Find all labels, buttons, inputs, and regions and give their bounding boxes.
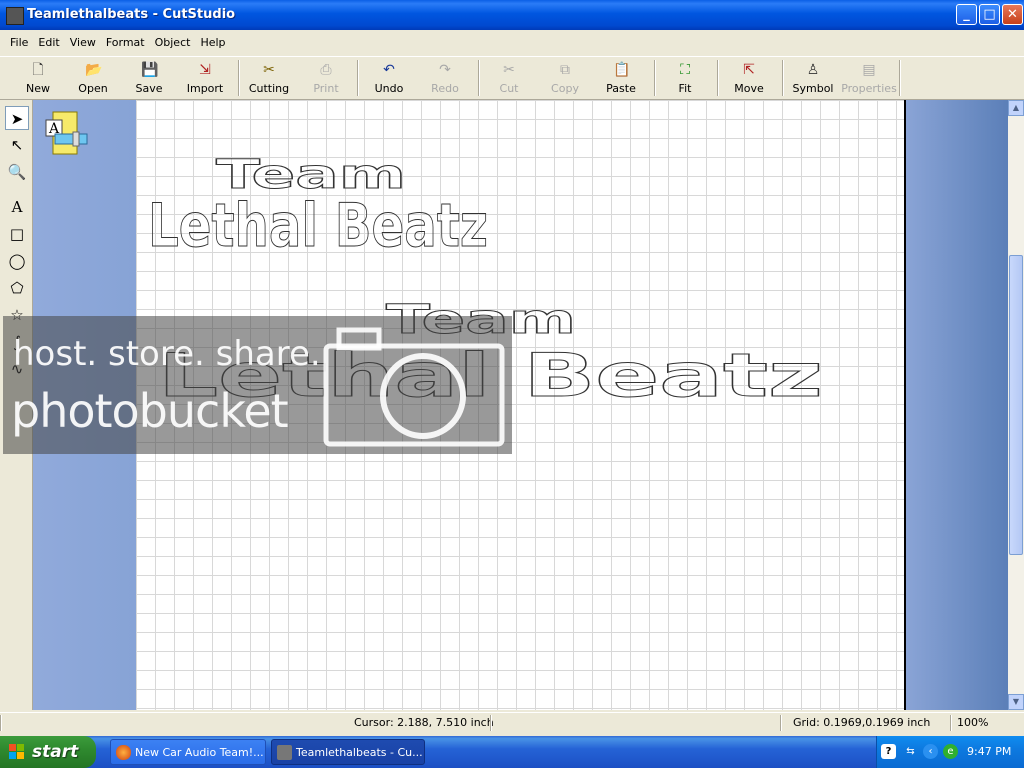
window-title: Teamlethalbeats - CutStudio [27,7,236,22]
firefox-icon [116,745,131,760]
menu-file[interactable]: File [5,33,33,52]
help-icon[interactable]: ? [881,744,896,759]
start-label: start [32,742,79,762]
watermark-brand: photobucket [11,384,289,438]
toolbar-separator [478,60,480,96]
cutter-icon: ✂ [263,62,275,78]
photobucket-watermark: host. store. share. photobucket [3,316,512,454]
artwork-lethal-text[interactable]: Lethal Beatz [148,191,489,262]
text-icon[interactable]: A [5,195,29,219]
status-divider [0,715,2,731]
paste-icon: 📋 [613,62,631,78]
select-arrow-icon[interactable]: ➤ [5,106,29,130]
grid-size: Grid: 0.1969,0.1969 inch [793,716,931,729]
toolbar-separator [357,60,359,96]
paste-button[interactable]: 📋 Paste [593,57,649,97]
toolbar-separator [899,60,901,96]
print-button[interactable]: ⎙ Print [298,57,354,97]
status-bar: Cursor: 2.188, 7.510 inch Grid: 0.1969,0… [0,712,1024,733]
clock[interactable]: 9:47 PM [967,745,1011,758]
symbol-icon: ♙ [806,62,820,78]
cutting-button[interactable]: ✂ Cutting [241,57,297,97]
redo-button[interactable]: ↷ Redo [417,57,473,97]
rectangle-icon[interactable]: □ [5,222,29,246]
scroll-down-icon[interactable]: ▼ [1008,694,1024,710]
tray-arrow-icon[interactable]: ‹ [923,744,938,759]
import-icon: ⇲ [199,62,211,78]
move-icon: ⇱ [743,62,755,78]
properties-icon: ▤ [862,62,876,78]
clipart-text-icon[interactable]: A [43,108,91,158]
toolbar-separator [782,60,784,96]
redo-icon: ↷ [439,62,451,78]
status-divider [950,715,952,731]
scrollbar-thumb[interactable] [1009,255,1023,555]
cursor-position: Cursor: 2.188, 7.510 inch [354,716,494,729]
cut-button[interactable]: ✂ Cut [481,57,537,97]
taskbar-item-browser[interactable]: New Car Audio Team!... [110,739,266,765]
fit-icon: ⛶ [680,62,690,78]
zoom-icon[interactable]: 🔍 [5,160,29,184]
camera-icon [323,327,505,447]
canvas-margin [906,100,1008,710]
import-button[interactable]: ⇲ Import [177,57,233,97]
toolbar-separator [654,60,656,96]
start-button[interactable]: start [0,736,96,768]
undo-icon: ↶ [383,62,395,78]
task-label: Teamlethalbeats - Cu... [296,746,423,759]
symbol-button[interactable]: ♙ Symbol [785,57,841,97]
toolbar-separator [717,60,719,96]
save-button[interactable]: 💾 Save [121,57,177,97]
taskbar: start New Car Audio Team!... Teamlethalb… [0,736,1024,768]
network-icon[interactable]: ⇆ [903,744,918,759]
node-edit-icon[interactable]: ↖ [5,133,29,157]
title-bar[interactable]: Teamlethalbeats - CutStudio _ □ ✕ [0,0,1024,30]
menu-object[interactable]: Object [150,33,196,52]
zoom-level: 100% [957,716,989,729]
taskbar-item-cutstudio[interactable]: Teamlethalbeats - Cu... [271,739,425,765]
status-divider [780,715,782,731]
system-tray: ? ⇆ ‹ e 9:47 PM [876,736,1024,768]
open-button[interactable]: 📂 Open [65,57,121,97]
close-button[interactable]: ✕ [1002,4,1023,25]
copy-button[interactable]: ⧉ Copy [537,57,593,97]
new-button[interactable]: 🗋 New [10,57,66,97]
windows-logo-icon [9,744,24,759]
scissors-icon: ✂ [503,62,515,78]
menu-edit[interactable]: Edit [33,33,64,52]
printer-icon: ⎙ [320,62,332,78]
toolbar-separator [238,60,240,96]
undo-button[interactable]: ↶ Undo [361,57,417,97]
status-divider [490,715,492,731]
vertical-scrollbar[interactable]: ▲ ▼ [1008,100,1024,710]
copy-icon: ⧉ [560,62,570,78]
watermark-tagline: host. store. share. [13,334,321,374]
antivirus-icon[interactable]: e [943,744,958,759]
cutstudio-icon [277,745,292,760]
scroll-up-icon[interactable]: ▲ [1008,100,1024,116]
save-disk-icon: 💾 [141,62,159,78]
menu-view[interactable]: View [65,33,101,52]
main-toolbar: 🗋 New 📂 Open 💾 Save ⇲ Import ✂ Cutting ⎙ Print… [0,56,1024,100]
task-label: New Car Audio Team!... [135,746,264,759]
menu-bar: File Edit View Format Object Help [0,33,1024,54]
new-file-icon: 🗋 [32,62,44,78]
menu-format[interactable]: Format [101,33,150,52]
menu-help[interactable]: Help [195,33,230,52]
maximize-button[interactable]: □ [979,4,1000,25]
minimize-button[interactable]: _ [956,4,977,25]
ellipse-icon[interactable]: ◯ [5,249,29,273]
open-folder-icon: 📂 [85,62,103,78]
properties-button[interactable]: ▤ Properties [841,57,897,97]
fit-button[interactable]: ⛶ Fit [657,57,713,97]
app-icon[interactable] [6,7,24,25]
polygon-icon[interactable]: ⬠ [5,276,29,300]
move-button[interactable]: ⇱ Move [721,57,777,97]
